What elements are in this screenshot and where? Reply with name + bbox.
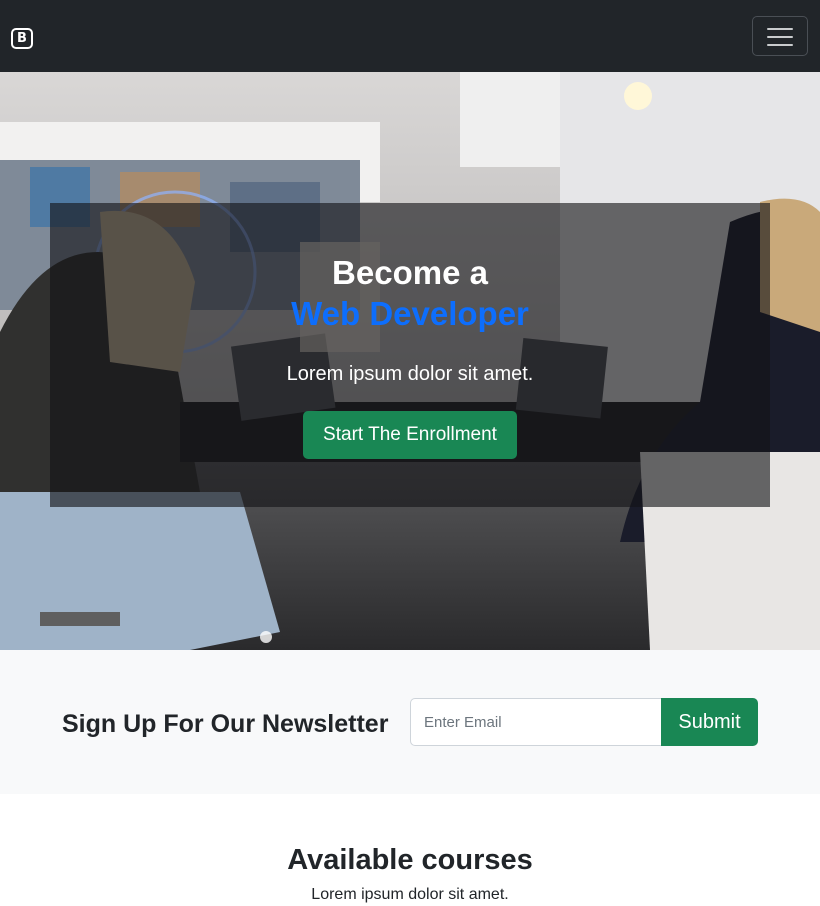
navbar-toggler-button[interactable] xyxy=(752,16,808,56)
email-input[interactable] xyxy=(410,698,662,746)
carousel-indicator[interactable] xyxy=(260,631,272,643)
courses-subtitle: Lorem ipsum dolor sit amet. xyxy=(311,886,509,903)
courses-title: Available courses xyxy=(287,844,533,876)
submit-button[interactable]: Submit xyxy=(661,698,758,746)
navbar: B xyxy=(0,0,820,72)
start-enrollment-button[interactable]: Start The Enrollment xyxy=(303,411,517,459)
hero-text: Lorem ipsum dolor sit amet. xyxy=(286,363,534,385)
hero-caption: Become a Web Developer Lorem ipsum dolor… xyxy=(50,203,770,507)
courses-section: Available courses Lorem ipsum dolor sit … xyxy=(0,794,820,903)
newsletter-title: Sign Up For Our Newsletter xyxy=(62,710,389,738)
newsletter-section: Sign Up For Our Newsletter Submit xyxy=(0,650,820,794)
hamburger-menu-icon xyxy=(767,28,793,30)
hero-title-line1: Become a xyxy=(332,254,488,291)
hero-title-line2: Web Developer xyxy=(291,295,529,332)
carousel-indicators[interactable] xyxy=(260,628,276,647)
hero-section: Become a Web Developer Lorem ipsum dolor… xyxy=(0,72,820,650)
bootstrap-logo-icon[interactable]: B xyxy=(11,28,33,49)
